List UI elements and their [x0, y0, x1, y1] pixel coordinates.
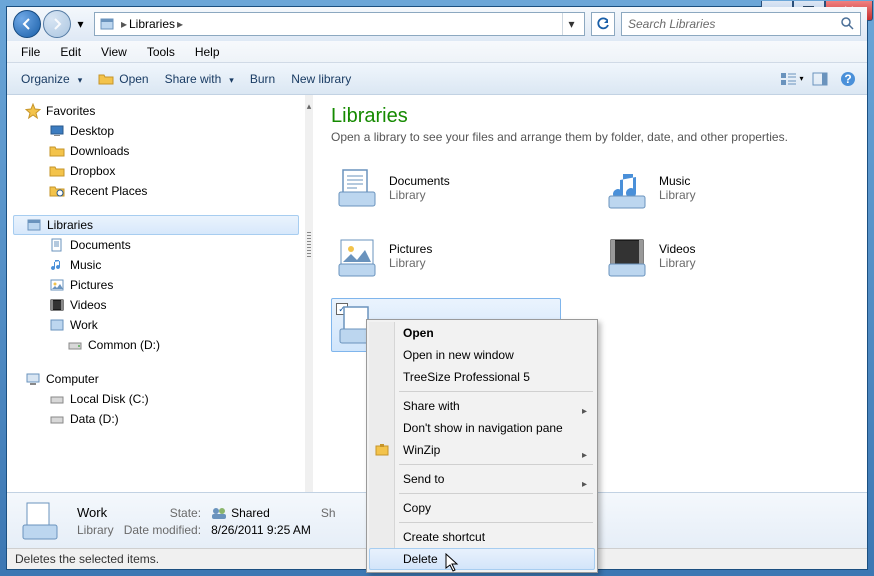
ctx-share-with[interactable]: Share with: [369, 395, 595, 417]
details-date-value: 8/26/2011 9:25 AM: [211, 523, 311, 537]
tree-item-local-c[interactable]: Local Disk (C:): [7, 389, 305, 409]
videos-icon: [605, 234, 649, 278]
breadcrumb-root[interactable]: Libraries: [129, 17, 175, 31]
preview-pane-button[interactable]: [807, 68, 833, 90]
computer-icon: [25, 371, 41, 387]
navigation-bar: ▾ ▸ Libraries ▸ ▾ Search Libraries: [7, 7, 867, 41]
recent-icon: [49, 183, 65, 199]
search-input[interactable]: Search Libraries: [621, 12, 861, 36]
tree-item-downloads[interactable]: Downloads: [7, 141, 305, 161]
organize-button[interactable]: Organize: [13, 69, 90, 89]
menu-bar: File Edit View Tools Help: [7, 41, 867, 63]
tree-item-documents[interactable]: Documents: [7, 235, 305, 255]
burn-button[interactable]: Burn: [242, 69, 283, 89]
library-pictures[interactable]: PicturesLibrary: [331, 230, 561, 282]
folder-open-icon: [98, 71, 114, 87]
ctx-copy[interactable]: Copy: [369, 497, 595, 519]
details-thumbnail-icon: [19, 501, 63, 541]
tree-item-work[interactable]: Work: [7, 315, 305, 335]
context-menu: Open Open in new window TreeSize Profess…: [366, 319, 598, 573]
pictures-icon: [335, 234, 379, 278]
tree-libraries[interactable]: Libraries: [13, 215, 299, 235]
tree-item-common-d[interactable]: Common (D:): [7, 335, 305, 355]
winzip-icon: [374, 442, 390, 458]
tree-item-desktop[interactable]: Desktop: [7, 121, 305, 141]
ctx-open-new-window[interactable]: Open in new window: [369, 344, 595, 366]
details-state-value: Shared: [231, 506, 270, 520]
document-icon: [49, 237, 65, 253]
tree-computer[interactable]: Computer: [7, 369, 305, 389]
tree-item-dropbox[interactable]: Dropbox: [7, 161, 305, 181]
star-icon: [25, 103, 41, 119]
music-icon: [605, 166, 649, 210]
ctx-create-shortcut[interactable]: Create shortcut: [369, 526, 595, 548]
nav-history-dropdown[interactable]: ▾: [73, 13, 88, 35]
drive-icon: [49, 391, 65, 407]
menu-view[interactable]: View: [91, 43, 137, 61]
details-date-label: Date modified:: [124, 523, 201, 537]
libraries-icon: [26, 217, 42, 233]
library-icon: [49, 317, 65, 333]
search-icon: [840, 16, 854, 33]
tree-item-music[interactable]: Music: [7, 255, 305, 275]
ctx-winzip[interactable]: WinZip: [369, 439, 595, 461]
details-name: Work: [77, 505, 114, 520]
svg-text:?: ?: [844, 72, 851, 86]
library-music[interactable]: MusicLibrary: [601, 162, 831, 214]
documents-icon: [335, 166, 379, 210]
libraries-icon: [99, 16, 115, 32]
desktop-icon: [49, 123, 65, 139]
ctx-treesize[interactable]: TreeSize Professional 5: [369, 366, 595, 388]
view-options-button[interactable]: ▾: [779, 68, 805, 90]
details-type: Library: [77, 523, 114, 537]
search-placeholder: Search Libraries: [628, 17, 715, 31]
ctx-open[interactable]: Open: [369, 322, 595, 344]
chevron-right-icon[interactable]: ▸: [119, 17, 129, 31]
folder-icon: [49, 143, 65, 159]
menu-file[interactable]: File: [11, 43, 50, 61]
picture-icon: [49, 277, 65, 293]
tree-item-pictures[interactable]: Pictures: [7, 275, 305, 295]
tree-item-recent[interactable]: Recent Places: [7, 181, 305, 201]
chevron-up-icon: ▴: [307, 101, 312, 112]
menu-edit[interactable]: Edit: [50, 43, 91, 61]
back-button[interactable]: [13, 10, 41, 38]
tree-favorites[interactable]: Favorites: [7, 101, 305, 121]
video-icon: [49, 297, 65, 313]
splitter-grip-icon: [307, 232, 311, 258]
menu-tools[interactable]: Tools: [137, 43, 185, 61]
splitter[interactable]: ▴: [305, 95, 313, 492]
forward-button[interactable]: [43, 10, 71, 38]
open-button[interactable]: Open: [90, 68, 156, 90]
command-bar: Organize Open Share with Burn New librar…: [7, 63, 867, 95]
music-icon: [49, 257, 65, 273]
address-dropdown[interactable]: ▾: [562, 13, 580, 35]
ctx-dont-show-nav[interactable]: Don't show in navigation pane: [369, 417, 595, 439]
new-library-button[interactable]: New library: [283, 69, 359, 89]
help-button[interactable]: ?: [835, 68, 861, 90]
tree-item-data-d[interactable]: Data (D:): [7, 409, 305, 429]
drive-icon: [49, 411, 65, 427]
ctx-send-to[interactable]: Send to: [369, 468, 595, 490]
library-documents[interactable]: DocumentsLibrary: [331, 162, 561, 214]
shared-icon: [211, 505, 227, 521]
library-videos[interactable]: VideosLibrary: [601, 230, 831, 282]
details-state-label: State:: [124, 506, 201, 520]
page-title: Libraries: [331, 105, 849, 128]
details-extra: Sh: [321, 506, 336, 520]
chevron-right-icon[interactable]: ▸: [175, 17, 185, 31]
address-bar[interactable]: ▸ Libraries ▸ ▾: [94, 12, 585, 36]
drive-icon: [67, 337, 83, 353]
ctx-delete[interactable]: Delete: [369, 548, 595, 570]
refresh-button[interactable]: [591, 12, 615, 36]
share-with-button[interactable]: Share with: [157, 69, 242, 89]
page-subtitle: Open a library to see your files and arr…: [331, 130, 849, 144]
folder-icon: [49, 163, 65, 179]
menu-help[interactable]: Help: [185, 43, 230, 61]
tree-item-videos[interactable]: Videos: [7, 295, 305, 315]
navigation-pane: Favorites Desktop Downloads Dropbox Rece…: [7, 95, 305, 492]
